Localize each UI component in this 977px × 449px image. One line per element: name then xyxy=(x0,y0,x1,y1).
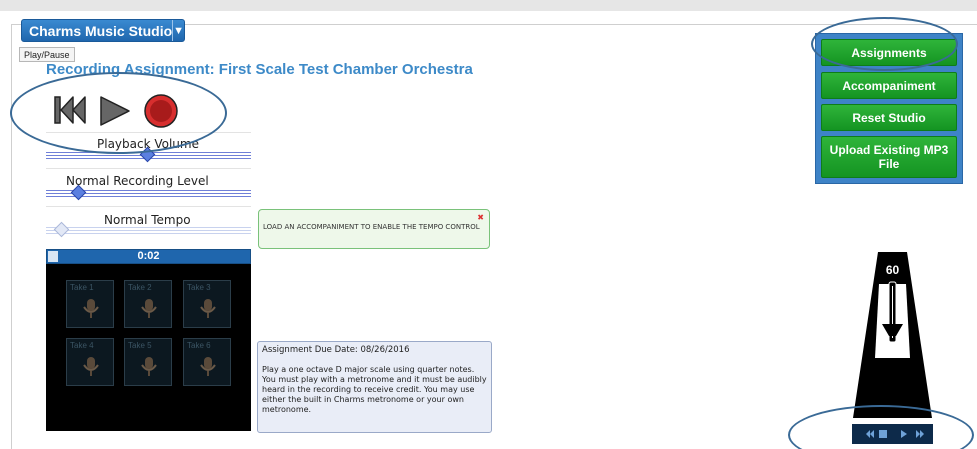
take-slot[interactable]: Take 4 xyxy=(66,338,114,386)
take-label: Take 6 xyxy=(187,341,211,350)
microphone-icon xyxy=(83,299,99,318)
microphone-icon xyxy=(83,357,99,376)
microphone-icon xyxy=(200,299,216,318)
accompaniment-button[interactable]: Accompaniment xyxy=(821,72,957,99)
take-label: Take 4 xyxy=(70,341,94,350)
panel-divider xyxy=(46,206,251,207)
take-slot[interactable]: Take 3 xyxy=(183,280,231,328)
microphone-icon xyxy=(200,357,216,376)
take-slot[interactable]: Take 1 xyxy=(66,280,114,328)
tempo-disabled-notice: ✖ LOAD AN ACCOMPANIMENT TO ENABLE THE TE… xyxy=(258,209,490,249)
assignment-details: Assignment Due Date: 08/26/2016 Play a o… xyxy=(257,341,492,433)
recording-level-slider[interactable] xyxy=(46,184,251,202)
studio-menu-button[interactable]: Charms Music Studio ▼ xyxy=(21,19,185,42)
content-left-border xyxy=(11,24,12,449)
assignment-instructions: Play a one octave D major scale using qu… xyxy=(262,365,487,414)
tempo-slider[interactable] xyxy=(46,221,251,239)
takes-grid: Take 1 Take 2 Take 3 Take 4 Take 5 Take … xyxy=(46,264,251,431)
take-label: Take 1 xyxy=(70,283,94,292)
upload-mp3-button[interactable]: Upload Existing MP3 File xyxy=(821,136,957,178)
tempo-notice-text: LOAD AN ACCOMPANIMENT TO ENABLE THE TEMP… xyxy=(263,223,480,231)
studio-menu-label: Charms Music Studio xyxy=(29,22,173,39)
chevron-down-icon[interactable]: ▼ xyxy=(172,20,184,41)
panel-divider xyxy=(46,168,251,169)
take-slot[interactable]: Take 6 xyxy=(183,338,231,386)
close-icon[interactable]: ✖ xyxy=(477,213,484,222)
take-slot[interactable]: Take 2 xyxy=(124,280,172,328)
annotation-oval-transport xyxy=(10,72,227,154)
tempo-thumb[interactable] xyxy=(53,221,70,238)
microphone-icon xyxy=(141,357,157,376)
recording-level-thumb[interactable] xyxy=(70,184,87,201)
play-pause-tooltip: Play/Pause xyxy=(19,47,75,62)
take-slot[interactable]: Take 5 xyxy=(124,338,172,386)
reset-studio-button[interactable]: Reset Studio xyxy=(821,104,957,131)
elapsed-time: 0:02 xyxy=(137,250,160,262)
take-label: Take 3 xyxy=(187,283,211,292)
due-date: Assignment Due Date: 08/26/2016 xyxy=(262,345,410,355)
metronome-bpm: 60 xyxy=(886,263,900,277)
take-label: Take 5 xyxy=(128,341,152,350)
top-strip xyxy=(0,0,977,11)
annotation-oval-assignments xyxy=(811,17,958,71)
annotation-oval-metronome xyxy=(788,405,974,449)
recording-progress-bar: 0:02 xyxy=(46,249,251,264)
microphone-icon xyxy=(141,299,157,318)
take-label: Take 2 xyxy=(128,283,152,292)
